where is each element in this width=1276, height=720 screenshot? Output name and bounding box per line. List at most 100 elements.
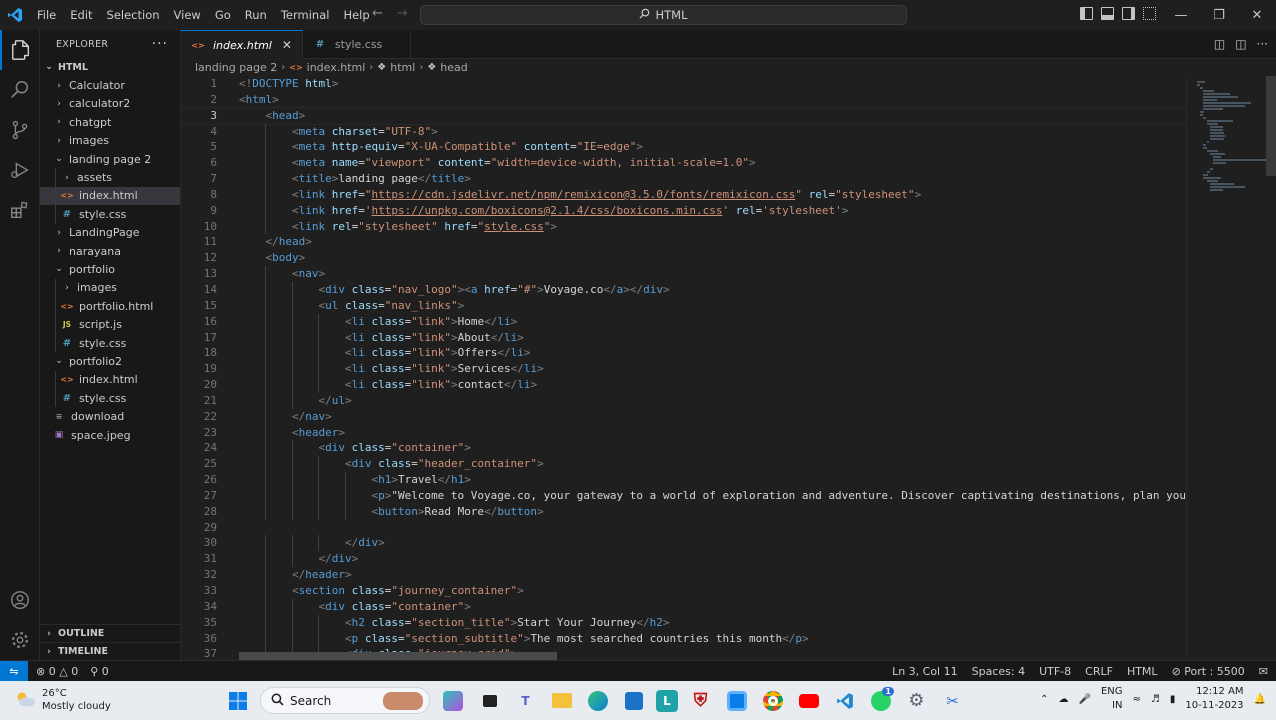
edge-browser-icon[interactable] xyxy=(584,687,611,714)
tree-folder[interactable]: ⌄ portfolio xyxy=(40,260,180,278)
extensions-icon[interactable] xyxy=(0,190,40,230)
close-icon[interactable]: ✕ xyxy=(1238,0,1276,30)
toggle-primary-sidebar-icon[interactable] xyxy=(1080,7,1093,20)
tree-folder[interactable]: › images xyxy=(40,132,180,150)
notifications-bell-icon[interactable]: 🔔 xyxy=(1254,694,1266,705)
vertical-scrollbar[interactable] xyxy=(1266,76,1276,176)
customize-layout-icon[interactable] xyxy=(1143,7,1156,20)
horizontal-scrollbar[interactable] xyxy=(239,652,557,660)
tree-folder[interactable]: › chatgpt xyxy=(40,113,180,131)
microsoft-store-icon[interactable] xyxy=(620,687,647,714)
tree-folder[interactable]: ⌄ landing page 2 xyxy=(40,150,180,168)
search-icon[interactable] xyxy=(0,70,40,110)
open-preview-icon[interactable]: ◫ xyxy=(1214,37,1225,51)
manage-gear-icon[interactable] xyxy=(0,620,40,660)
tree-folder[interactable]: › calculator2 xyxy=(40,95,180,113)
tree-folder[interactable]: ⌄ portfolio2 xyxy=(40,352,180,370)
vscode-taskbar-icon[interactable] xyxy=(831,687,858,714)
chevron-up-icon[interactable]: ⌃ xyxy=(1040,694,1048,705)
tree-file[interactable]: # style.css xyxy=(40,333,180,353)
task-view-icon[interactable] xyxy=(476,687,503,714)
tree-folder[interactable]: › images xyxy=(40,278,180,298)
close-tab-icon[interactable]: ✕ xyxy=(282,38,292,52)
breadcrumb-html-symbol[interactable]: html xyxy=(390,61,415,74)
battery-icon[interactable]: ▮ xyxy=(1170,694,1176,705)
copilot-icon[interactable] xyxy=(443,690,463,711)
toggle-secondary-sidebar-icon[interactable] xyxy=(1122,7,1135,20)
menu-item-edit[interactable]: Edit xyxy=(63,0,99,30)
encoding[interactable]: UTF-8 xyxy=(1039,665,1071,678)
indentation[interactable]: Spaces: 4 xyxy=(972,665,1025,678)
minimize-icon[interactable]: — xyxy=(1162,0,1200,30)
windows-start-icon[interactable] xyxy=(224,687,251,714)
file-explorer-icon[interactable] xyxy=(548,687,575,714)
menu-item-terminal[interactable]: Terminal xyxy=(274,0,337,30)
weather-widget[interactable]: 26°C Mostly cloudy xyxy=(14,687,111,713)
onedrive-cloud-icon[interactable]: ☁ xyxy=(1059,694,1069,705)
ports-indicator[interactable]: ⚲ 0 xyxy=(90,665,109,678)
minimap[interactable] xyxy=(1186,76,1276,660)
tree-file[interactable]: <> index.html xyxy=(40,186,180,206)
settings-icon[interactable]: ⚙ xyxy=(903,687,930,714)
menu-item-view[interactable]: View xyxy=(167,0,208,30)
more-actions-icon[interactable]: ··· xyxy=(1257,37,1268,51)
code-editor[interactable]: 1 <!DOCTYPE html> 2 <html> 3 <head> 4 <meta c… xyxy=(181,76,1186,660)
microphone-icon[interactable]: 🎤 xyxy=(1079,694,1091,705)
app-icon[interactable] xyxy=(723,687,750,714)
more-actions-icon[interactable]: ··· xyxy=(152,36,168,52)
problems-indicator[interactable]: ⊗ 0 △ 0 xyxy=(36,665,78,678)
split-editor-icon[interactable]: ◫ xyxy=(1235,37,1246,51)
tree-file[interactable]: ▣ space.jpeg xyxy=(40,426,180,444)
linkedin-icon[interactable]: L xyxy=(656,689,678,712)
language-indicator[interactable]: ENG IN xyxy=(1101,685,1123,713)
tree-folder[interactable]: › assets xyxy=(40,168,180,187)
outline-section[interactable]: › OUTLINE xyxy=(40,624,181,642)
tab-index-html[interactable]: <> index.html ✕ xyxy=(181,30,303,59)
volume-icon[interactable]: ♬ xyxy=(1151,694,1160,705)
tree-folder[interactable]: › LandingPage xyxy=(40,224,180,242)
menu-item-file[interactable]: File xyxy=(30,0,63,30)
back-arrow-icon[interactable]: ← xyxy=(372,6,383,21)
remote-indicator-icon[interactable]: ⇋ xyxy=(0,660,28,682)
cursor-position[interactable]: Ln 3, Col 11 xyxy=(892,665,958,678)
youtube-icon[interactable] xyxy=(795,687,822,714)
run-debug-icon[interactable] xyxy=(0,150,40,190)
tree-file[interactable]: # style.css xyxy=(40,205,180,224)
live-server-port[interactable]: ⊘ Port : 5500 xyxy=(1172,665,1245,678)
forward-arrow-icon[interactable]: → xyxy=(397,6,408,21)
snipping-tool-icon[interactable]: ✂ xyxy=(939,687,966,714)
breadcrumb-folder[interactable]: landing page 2 xyxy=(195,61,277,74)
menu-item-run[interactable]: Run xyxy=(238,0,274,30)
tree-file[interactable]: ≡ download xyxy=(40,407,180,425)
tree-folder[interactable]: › Calculator xyxy=(40,76,180,94)
timeline-section[interactable]: › TIMELINE xyxy=(40,642,181,660)
tree-file[interactable]: <> index.html xyxy=(40,370,180,390)
language-mode[interactable]: HTML xyxy=(1127,665,1158,678)
taskbar-search[interactable]: Search xyxy=(260,687,430,714)
tree-folder[interactable]: › narayana xyxy=(40,242,180,260)
notifications-bell-icon[interactable]: ✉ xyxy=(1259,665,1268,678)
command-center-search[interactable]: HTML xyxy=(420,5,907,25)
end-of-line[interactable]: CRLF xyxy=(1085,665,1113,678)
whatsapp-icon[interactable]: 1 xyxy=(867,687,894,714)
chrome-icon[interactable] xyxy=(759,687,786,714)
source-control-icon[interactable] xyxy=(0,110,40,150)
breadcrumb-file[interactable]: index.html xyxy=(307,61,366,74)
workspace-root-folder[interactable]: ⌄ HTML xyxy=(40,58,180,76)
tree-file[interactable]: <> portfolio.html xyxy=(40,297,180,316)
menu-item-go[interactable]: Go xyxy=(208,0,238,30)
toggle-panel-icon[interactable] xyxy=(1101,7,1114,20)
accounts-icon[interactable] xyxy=(0,580,40,620)
menu-item-help[interactable]: Help xyxy=(336,0,376,30)
clock[interactable]: 12:12 AM 10-11-2023 xyxy=(1185,685,1243,713)
tab-style-css[interactable]: # style.css xyxy=(303,30,412,59)
menu-item-selection[interactable]: Selection xyxy=(100,0,167,30)
teams-icon[interactable]: T xyxy=(512,687,539,714)
mcafee-icon[interactable]: ⛨ xyxy=(687,687,714,714)
breadcrumb-head-symbol[interactable]: head xyxy=(440,61,467,74)
wifi-icon[interactable]: ≈ xyxy=(1133,694,1141,705)
tree-file[interactable]: # style.css xyxy=(40,389,180,408)
explorer-icon[interactable] xyxy=(0,30,40,70)
maximize-icon[interactable]: ❐ xyxy=(1200,0,1238,30)
tree-file[interactable]: JS script.js xyxy=(40,315,180,334)
